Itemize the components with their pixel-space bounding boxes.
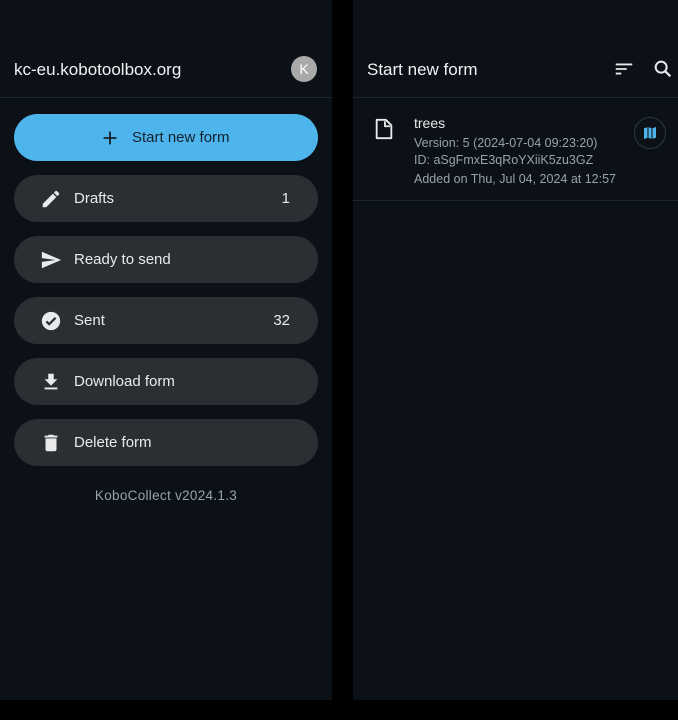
send-icon	[41, 251, 62, 269]
drafts-count: 1	[281, 190, 290, 207]
sent-label: Sent	[74, 312, 105, 329]
navigation-drawer: kc-eu.kobotoolbox.org K Start new form D…	[0, 0, 332, 700]
ready-to-send-label: Ready to send	[74, 251, 171, 268]
delete-form-label: Delete form	[74, 434, 152, 451]
form-version: Version: 5 (2024-07-04 09:23:20)	[414, 136, 598, 150]
check-circle-icon	[41, 311, 61, 331]
form-name: trees	[414, 115, 446, 131]
map-button[interactable]	[634, 117, 666, 149]
server-url: kc-eu.kobotoolbox.org	[14, 60, 182, 79]
form-added-date: Added on Thu, Jul 04, 2024 at 12:57	[414, 172, 617, 186]
page-title: Start new form	[367, 60, 478, 79]
drafts-button[interactable]: Drafts 1	[14, 175, 318, 222]
download-form-label: Download form	[74, 373, 175, 390]
sent-button[interactable]: Sent 32	[14, 297, 318, 344]
sent-count: 32	[273, 312, 290, 329]
form-id: ID: aSgFmxE3qRoYXiiK5zu3GZ	[414, 153, 594, 167]
drafts-label: Drafts	[74, 190, 115, 207]
sort-icon[interactable]	[613, 58, 635, 80]
download-icon	[44, 373, 58, 390]
ready-to-send-button[interactable]: Ready to send	[14, 236, 318, 283]
form-list-item[interactable]: trees Version: 5 (2024-07-04 09:23:20) I…	[353, 98, 678, 201]
app-bar: Start new form	[353, 40, 678, 98]
plus-icon	[103, 131, 117, 145]
form-list-screen: Start new form trees Version: 5 (2024-07…	[353, 0, 678, 700]
start-new-form-button[interactable]: Start new form	[14, 114, 318, 161]
delete-form-button[interactable]: Delete form	[14, 419, 318, 466]
drawer-header: kc-eu.kobotoolbox.org K	[0, 40, 332, 98]
file-icon	[375, 118, 393, 140]
pencil-icon	[42, 190, 60, 208]
avatar[interactable]: K	[291, 56, 317, 82]
download-form-button[interactable]: Download form	[14, 358, 318, 405]
app-version: KoboCollect v2024.1.3	[94, 488, 238, 503]
search-icon[interactable]	[652, 58, 674, 80]
map-icon	[644, 127, 656, 139]
start-new-form-label: Start new form	[132, 129, 230, 146]
trash-icon	[44, 434, 58, 452]
